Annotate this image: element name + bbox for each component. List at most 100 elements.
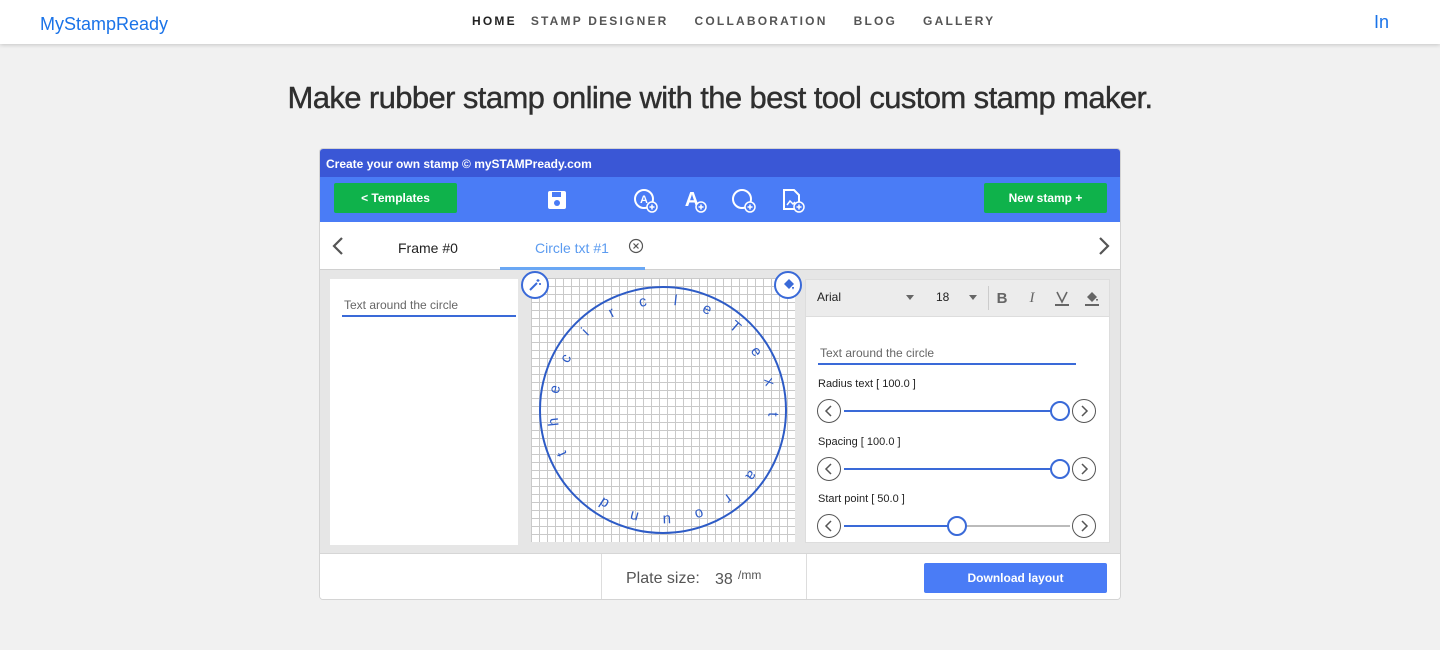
stamp-preview: circ l eTextaroundthe (539, 286, 787, 534)
spacing-decrease-button[interactable] (817, 457, 841, 481)
circle-text-letter: a (742, 467, 761, 484)
nav-collaboration[interactable]: COLLABORATION (695, 14, 828, 28)
start-point-label: Start point [ 50.0 ] (818, 493, 905, 505)
footer-divider (601, 554, 602, 599)
footer-divider (806, 554, 807, 599)
nav-stamp-designer[interactable]: STAMP DESIGNER (531, 14, 669, 28)
circle-text-input[interactable] (342, 295, 516, 317)
radius-slider[interactable] (844, 401, 1070, 421)
font-family-caret-icon (906, 295, 914, 300)
font-family-select[interactable]: Arial (817, 290, 841, 304)
page-headline: Make rubber stamp online with the best t… (287, 80, 1153, 115)
fill-bucket-button[interactable] (774, 271, 802, 299)
circle-text-letter: e (747, 344, 766, 360)
stamp-outer-circle (539, 286, 787, 534)
plate-size-label: Plate size: (626, 570, 700, 587)
toolbar-divider (988, 286, 989, 310)
radius-slider-thumb[interactable] (1049, 401, 1070, 421)
app-footer: Plate size: 38 /mm Download layout (320, 553, 1120, 599)
chevron-right-icon (1081, 463, 1089, 475)
tab-next-icon[interactable] (1094, 235, 1114, 257)
chevron-left-icon (824, 405, 832, 417)
circle-text-letter: h (545, 417, 563, 427)
font-size-select[interactable]: 18 (936, 290, 949, 304)
circle-text-letter: r (721, 490, 735, 507)
new-stamp-button[interactable]: New stamp + (984, 183, 1107, 213)
circle-text-letter: t (553, 448, 571, 459)
stamp-designer-app: Create your own stamp © mySTAMPready.com… (319, 148, 1121, 600)
linkedin-link[interactable]: In (1374, 12, 1389, 33)
app-title: Create your own stamp © mySTAMPready.com (320, 149, 1120, 177)
circle-text: circ l eTextaroundthe (545, 292, 782, 528)
start-point-decrease-button[interactable] (817, 514, 841, 538)
circle-text-letter: n (628, 507, 640, 526)
text-color-icon[interactable] (1051, 286, 1073, 310)
main-nav: HOME STAMP DESIGNER COLLABORATION BLOG G… (472, 14, 1021, 28)
spacing-slider[interactable] (844, 459, 1070, 479)
work-area: circleTextaroundthe Arial 18 (320, 270, 1120, 553)
circle-text-letter: l (673, 292, 678, 309)
chevron-right-icon (1081, 405, 1089, 417)
start-point-slider-thumb[interactable] (947, 516, 967, 536)
top-navbar: MyStampReady HOME STAMP DESIGNER COLLABO… (0, 0, 1440, 44)
magic-wand-icon (529, 279, 541, 291)
add-circle-text-icon[interactable]: A (632, 187, 658, 213)
download-layout-button[interactable]: Download layout (924, 563, 1107, 593)
spacing-slider-thumb[interactable] (1049, 459, 1070, 479)
close-tab-icon[interactable] (628, 238, 644, 254)
circle-text-letter: c (557, 351, 576, 366)
nav-gallery[interactable]: GALLERY (923, 14, 995, 28)
nav-home[interactable]: HOME (472, 14, 517, 28)
element-tabs: Frame #0 Circle txt #1 (320, 222, 1120, 270)
spacing-slider-fill (844, 468, 1060, 470)
chevron-left-icon (824, 463, 832, 475)
text-around-circle-input[interactable] (818, 343, 1076, 365)
circle-text-letter: u (662, 511, 671, 528)
chevron-right-icon (1081, 520, 1089, 532)
circle-text-letter: t (764, 412, 781, 418)
add-circle-icon[interactable] (730, 187, 756, 213)
circle-text-letter: i (578, 325, 592, 339)
magic-wand-button[interactable] (521, 271, 549, 299)
tab-frame-0[interactable]: Frame #0 (398, 240, 458, 256)
add-image-icon[interactable] (779, 187, 805, 213)
font-toolbar: Arial 18 B I (806, 280, 1109, 317)
templates-button[interactable]: < Templates (334, 183, 457, 213)
save-icon[interactable] (544, 187, 570, 213)
radius-decrease-button[interactable] (817, 399, 841, 423)
stamp-canvas[interactable]: circleTextaroundthe (521, 271, 802, 542)
text-input-panel (330, 279, 518, 545)
circle-text-letter: e (546, 384, 564, 395)
svg-text:A: A (640, 194, 648, 206)
font-size-caret-icon (969, 295, 977, 300)
fill-color-icon[interactable] (1081, 286, 1103, 310)
spacing-label: Spacing [ 100.0 ] (818, 436, 901, 448)
tab-circle-txt-1[interactable]: Circle txt #1 (535, 240, 609, 256)
start-point-increase-button[interactable] (1072, 514, 1096, 538)
nav-blog[interactable]: BLOG (854, 14, 897, 28)
circle-text-letter: o (692, 505, 705, 524)
spacing-increase-button[interactable] (1072, 457, 1096, 481)
plate-size-unit: /mm (738, 568, 762, 582)
circle-text-letter: c (638, 293, 649, 311)
tab-prev-icon[interactable] (328, 235, 348, 257)
circle-text-letter: d (596, 494, 612, 513)
chevron-left-icon (824, 520, 832, 532)
circle-text-letter: r (606, 304, 618, 321)
brand-logo[interactable]: MyStampReady (40, 14, 168, 35)
bold-icon[interactable]: B (991, 286, 1013, 310)
text-properties-panel: Arial 18 B I Radius text [ 100.0 ] (805, 279, 1110, 543)
circle-text-letter: e (700, 300, 714, 319)
radius-text-label: Radius text [ 100.0 ] (818, 378, 916, 390)
app-toolbar: < Templates A A New stamp + (320, 177, 1120, 222)
italic-icon[interactable]: I (1021, 286, 1043, 310)
radius-slider-fill (844, 410, 1060, 412)
start-point-slider[interactable] (844, 516, 1070, 536)
radius-increase-button[interactable] (1072, 399, 1096, 423)
plate-size-value[interactable]: 38 (715, 571, 733, 589)
circle-text-letter: T (726, 317, 744, 336)
circle-text-letter: x (760, 376, 778, 388)
start-point-slider-fill (844, 525, 957, 527)
paint-bucket-icon (784, 279, 794, 290)
add-text-icon[interactable]: A (681, 187, 707, 213)
